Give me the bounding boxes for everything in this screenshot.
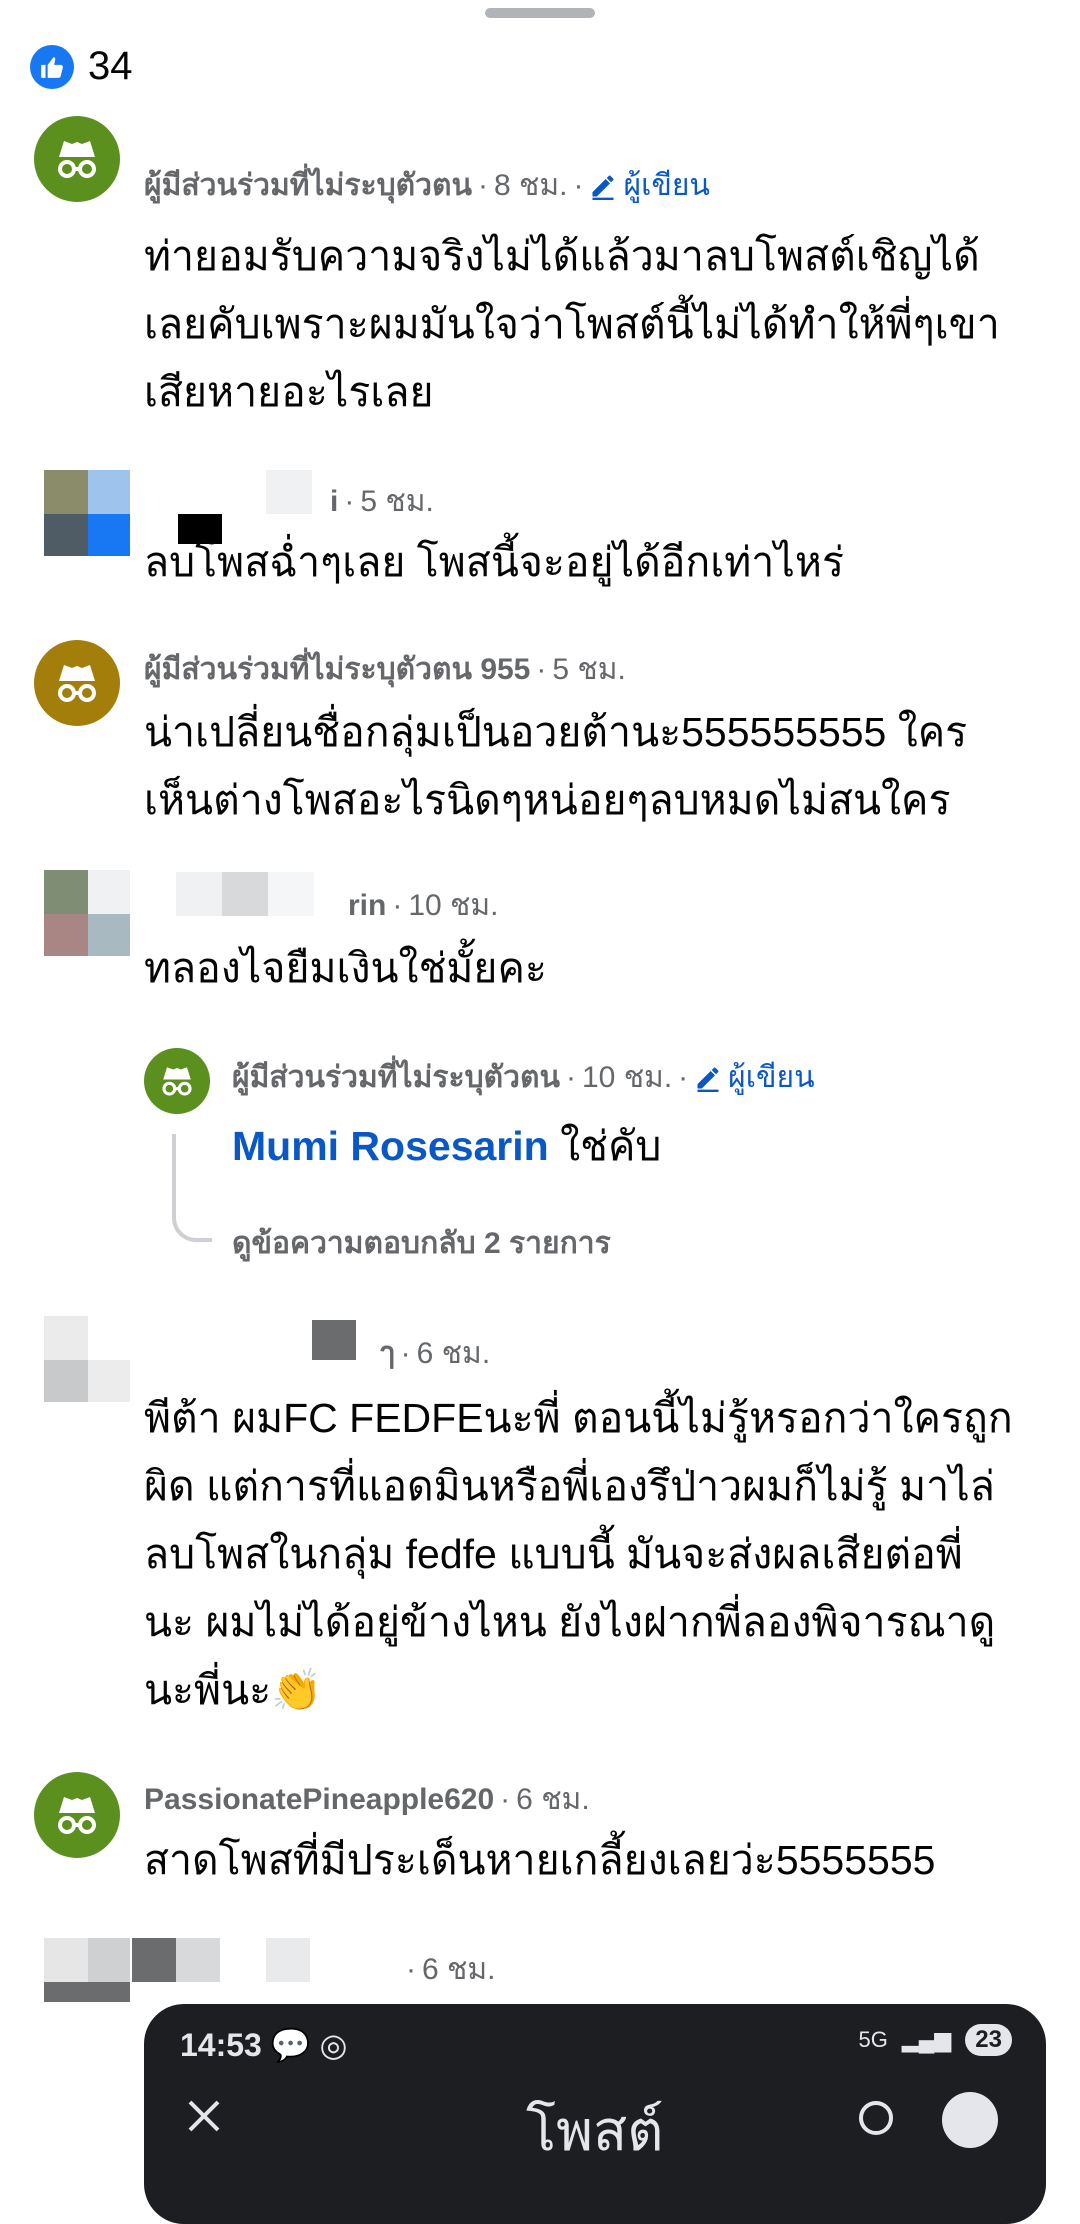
comment-time[interactable]: 10 ชม. xyxy=(408,882,498,929)
comment-time[interactable]: 6 ชม. xyxy=(422,1946,496,1993)
redaction-block xyxy=(266,470,312,514)
comment-time[interactable]: 5 ชม. xyxy=(552,646,626,693)
comment-meta: ผู้มีส่วนร่วมที่ไม่ระบุตัวตน 955 · 5 ชม. xyxy=(144,646,626,693)
reaction-summary[interactable]: 34 xyxy=(30,44,133,89)
redaction-block xyxy=(176,1938,220,1982)
user-avatar[interactable] xyxy=(44,1938,130,2024)
anonymous-avatar[interactable] xyxy=(34,116,120,202)
commenter-name[interactable]: ผู้มีส่วนร่วมที่ไม่ระบุตัวตน xyxy=(232,1054,560,1101)
status-icons: 5G ▂▄▆ 23 xyxy=(858,2024,1012,2056)
redaction-block xyxy=(222,872,268,916)
redaction-block xyxy=(176,872,222,916)
comment-time[interactable]: 6 ชม. xyxy=(417,1330,491,1377)
close-icon xyxy=(184,2096,224,2141)
incognito-icon xyxy=(58,141,96,178)
network-label: 5G xyxy=(858,2027,888,2052)
comment-time[interactable]: 5 ชม. xyxy=(360,478,434,525)
anonymous-avatar[interactable] xyxy=(34,640,120,726)
battery-badge: 23 xyxy=(965,2024,1012,2056)
attached-screenshot[interactable]: 14:53 💬 ◎ 5G ▂▄▆ 23 โพสต์ xyxy=(144,2004,1046,2224)
reaction-count: 34 xyxy=(88,44,133,88)
search-icon xyxy=(854,2096,902,2149)
mention-link[interactable]: Mumi Rosesarin xyxy=(232,1123,549,1169)
commenter-name[interactable]: i xyxy=(330,485,338,519)
incognito-icon xyxy=(58,665,96,702)
commenter-name[interactable]: ผู้มีส่วนร่วมที่ไม่ระบุตัวตน 955 xyxy=(144,646,530,693)
comment-text: พีต้า ผมFC FEDFEนะพี่ ตอนนี้ไม่รู้หรอกว่… xyxy=(144,1395,1013,1713)
comment-time[interactable]: 8 ชม. xyxy=(494,162,568,209)
user-avatar[interactable] xyxy=(44,1316,130,1402)
reply-thread-line xyxy=(172,1134,212,1242)
comment-meta: ผู้มีส่วนร่วมที่ไม่ระบุตัวตน · 8 ชม. · ผ… xyxy=(144,162,710,209)
user-avatar[interactable] xyxy=(44,870,130,956)
sheet-drag-handle[interactable] xyxy=(485,8,595,18)
user-avatar[interactable] xyxy=(44,470,130,556)
instagram-icon: ◎ xyxy=(319,2027,348,2063)
incognito-icon xyxy=(162,1067,192,1096)
commenter-name[interactable]: rin xyxy=(348,889,386,923)
comment-meta: · 6 ชม. xyxy=(400,1946,496,1993)
signal-icon: ▂▄▆ xyxy=(901,2027,952,2052)
comment-meta: ๅ · 6 ชม. xyxy=(380,1330,490,1377)
comment-time[interactable]: 6 ชม. xyxy=(516,1776,590,1823)
pencil-icon xyxy=(697,1067,719,1092)
comment-text: Mumi Rosesarin ใช่คับ xyxy=(232,1123,662,1169)
comment-text: สาดโพสที่มีประเด็นหายเกลี้ยงเลยว่ะ555555… xyxy=(144,1837,936,1883)
comment-meta: ผู้มีส่วนร่วมที่ไม่ระบุตัวตน · 10 ชม. · … xyxy=(232,1054,815,1101)
comment-text: ทลองไจยืมเงินใช่มั้ยคะ xyxy=(144,945,547,991)
comment-text: ท่ายอมรับความจริงไม่ได้แล้วมาลบโพสต์เชิญ… xyxy=(144,233,1000,415)
comment-text: ลบโพสฉ่ำๆเลย โพสนี้จะอยู่ได้อีกเท่าไหร่ xyxy=(144,539,844,585)
status-time: 14:53 💬 ◎ xyxy=(180,2027,348,2063)
comment-meta: i · 5 ชม. xyxy=(330,478,434,525)
comment-meta: rin · 10 ชม. xyxy=(348,882,499,929)
redaction-block xyxy=(268,872,314,916)
author-badge: ผู้เขียน xyxy=(589,162,710,209)
thumbs-up-icon xyxy=(30,44,74,89)
comment-time[interactable]: 10 ชม. xyxy=(582,1054,672,1101)
comment-meta: PassionatePineapple620 · 6 ชม. xyxy=(144,1776,590,1823)
redaction-block xyxy=(266,1938,310,1982)
chat-bubble-icon: 💬 xyxy=(270,2027,311,2063)
pencil-icon xyxy=(592,175,614,200)
incognito-icon xyxy=(58,1797,96,1834)
anonymous-avatar[interactable] xyxy=(34,1772,120,1858)
commenter-name[interactable]: PassionatePineapple620 xyxy=(144,1783,494,1817)
profile-icon xyxy=(942,2092,998,2148)
author-badge: ผู้เขียน xyxy=(694,1054,815,1101)
view-replies-link[interactable]: ดูข้อความตอบกลับ 2 รายการ xyxy=(232,1220,611,1267)
comment-text: น่าเปลี่ยนชื่อกลุ่มเป็นอวยต้านะ555555555… xyxy=(144,709,968,823)
commenter-name[interactable]: ผู้มีส่วนร่วมที่ไม่ระบุตัวตน xyxy=(144,162,472,209)
embedded-title: โพสต์ xyxy=(526,2099,664,2162)
commenter-name[interactable]: ๅ xyxy=(380,1330,395,1377)
redaction-block xyxy=(312,1320,356,1360)
anonymous-avatar[interactable] xyxy=(144,1048,210,1114)
redaction-block xyxy=(132,1938,176,1982)
